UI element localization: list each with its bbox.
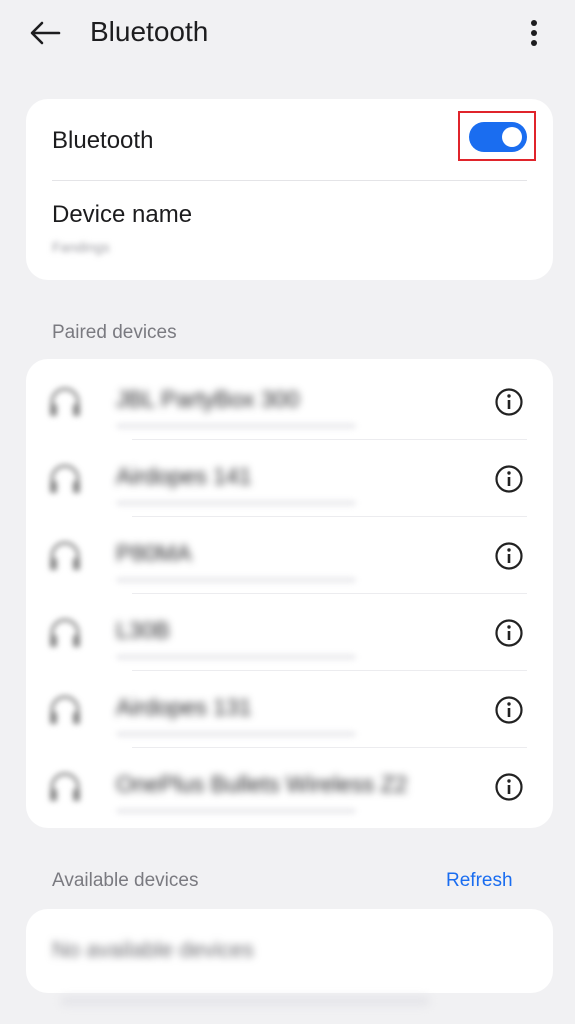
top-app-bar: Bluetooth [0,0,575,70]
device-name: Airdopes 131 [116,694,252,720]
info-icon[interactable] [494,772,524,802]
device-name: Airdopes 141 [116,463,252,489]
divider [52,180,527,181]
device-status-line [116,654,356,660]
paired-device-row[interactable]: Airdopes 141 [26,440,553,517]
device-status-line [116,423,356,429]
device-name-row[interactable]: Device name Fandings [26,183,553,280]
available-devices-card: No available devices [26,909,553,993]
device-status-line [116,500,356,506]
device-status-line [116,808,356,814]
bluetooth-switch[interactable] [469,122,527,152]
info-icon[interactable] [494,387,524,417]
device-status-line [116,577,356,583]
headset-icon [50,387,80,416]
device-status-line [116,731,356,737]
available-devices-header: Available devices [52,870,199,891]
paired-device-row[interactable]: L30B [26,594,553,671]
device-name: JBL PartyBox 300 [116,386,300,412]
info-icon[interactable] [494,541,524,571]
highlight-box [458,111,536,161]
headset-icon [50,618,80,647]
headset-icon [50,772,80,801]
bluetooth-label: Bluetooth [52,127,154,154]
headset-icon [50,464,80,493]
paired-device-row[interactable]: OnePlus Bullets Wireless Z2 [26,748,553,825]
scroll-edge [60,996,430,1006]
info-icon[interactable] [494,695,524,725]
refresh-button[interactable]: Refresh [446,870,513,892]
device-name: P80MA [116,540,192,566]
info-icon[interactable] [494,464,524,494]
back-button[interactable] [24,14,66,52]
paired-devices-header: Paired devices [52,322,177,343]
page-title: Bluetooth [90,16,209,47]
paired-device-row[interactable]: Airdopes 131 [26,671,553,748]
paired-devices-card: JBL PartyBox 300 Airdopes 141 P80MA L30B… [26,359,553,828]
device-name: OnePlus Bullets Wireless Z2 [116,771,408,797]
bluetooth-toggle-row[interactable]: Bluetooth [26,99,553,181]
device-name-value: Fandings [52,239,110,255]
device-name-label: Device name [52,201,193,228]
headset-icon [50,541,80,570]
more-options-button[interactable] [518,14,550,52]
device-name: L30B [116,617,170,643]
no-devices-text: No available devices [52,937,254,962]
paired-device-row[interactable]: JBL PartyBox 300 [26,363,553,440]
bluetooth-settings-card: Bluetooth Device name Fandings [26,99,553,280]
switch-knob [502,127,522,147]
headset-icon [50,695,80,724]
back-arrow-icon [30,21,61,45]
info-icon[interactable] [494,618,524,648]
more-vert-icon [531,20,537,46]
paired-device-row[interactable]: P80MA [26,517,553,594]
